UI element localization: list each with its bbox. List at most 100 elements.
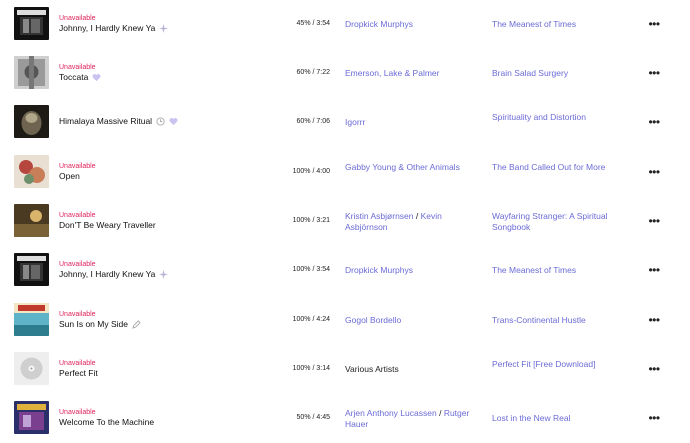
album-art[interactable] — [14, 105, 49, 138]
album-art[interactable] — [14, 155, 49, 188]
track-title-text[interactable]: Don'T Be Weary Traveller — [59, 220, 156, 231]
artist-separator: / — [439, 408, 442, 418]
album-art[interactable] — [14, 303, 49, 336]
album-link[interactable]: The Band Called Out for More — [492, 162, 627, 173]
more-options-button[interactable]: ••• — [646, 166, 662, 178]
unavailable-label: Unavailable — [59, 64, 96, 71]
unavailable-label: Unavailable — [59, 360, 96, 367]
track-row[interactable]: Unavailable Johnny, I Hardly Knew Ya 45% /… — [0, 0, 690, 49]
track-list: Unavailable Johnny, I Hardly Knew Ya 45% /… — [0, 0, 690, 438]
track-title-text[interactable]: Open — [59, 171, 80, 182]
more-options-button[interactable]: ••• — [646, 314, 662, 326]
artist-links: Gogol Bordello — [345, 315, 480, 326]
track-row[interactable]: Unavailable Sun Is on My Side 100% / 4:24 G… — [0, 296, 690, 345]
track-title[interactable]: Johnny, I Hardly Knew Ya — [59, 23, 169, 34]
more-options-button[interactable]: ••• — [646, 18, 662, 30]
artist-links: Dropkick Murphys — [345, 19, 480, 30]
album-art[interactable] — [14, 56, 49, 89]
album-art[interactable] — [14, 7, 49, 40]
artist-link[interactable]: Gogol Bordello — [345, 315, 401, 325]
album-link[interactable]: Spirituality and Distortion — [492, 112, 627, 123]
artist-links: Dropkick Murphys — [345, 265, 480, 276]
artist-links: Arjen Anthony Lucassen / Rutger Hauer — [345, 408, 480, 430]
track-row[interactable]: Unavailable Welcome To the Machine 50% / 4… — [0, 394, 690, 443]
track-title[interactable]: Toccata — [59, 72, 101, 83]
more-options-button[interactable]: ••• — [646, 412, 662, 424]
clock-icon — [156, 117, 165, 126]
track-progress: 100% / 3:14 — [292, 365, 330, 372]
track-title[interactable]: Open — [59, 171, 80, 182]
album-art[interactable] — [14, 204, 49, 237]
artist-separator: / — [415, 211, 419, 221]
track-title-text[interactable]: Sun Is on My Side — [59, 319, 128, 330]
artist-links: Various Artists — [345, 364, 480, 375]
artist-link[interactable]: Various Artists — [345, 364, 399, 374]
album-link[interactable]: The Meanest of Times — [492, 19, 627, 30]
artist-link[interactable]: Kristin Asbjørnsen — [345, 211, 414, 221]
track-progress: 100% / 4:00 — [292, 168, 330, 175]
more-options-button[interactable]: ••• — [646, 363, 662, 375]
album-art[interactable] — [14, 352, 49, 385]
track-row[interactable]: Unavailable Johnny, I Hardly Knew Ya 100% … — [0, 246, 690, 295]
track-progress: 100% / 3:54 — [292, 266, 330, 273]
album-link[interactable]: The Meanest of Times — [492, 265, 627, 276]
track-title-text[interactable]: Johnny, I Hardly Knew Ya — [59, 269, 155, 280]
heart-icon — [169, 117, 178, 126]
pencil-icon — [132, 320, 141, 329]
track-row[interactable]: Unavailable Don'T Be Weary Traveller 100% … — [0, 197, 690, 246]
album-link[interactable]: Lost in the New Real — [492, 413, 627, 424]
unavailable-label: Unavailable — [59, 409, 96, 416]
track-row[interactable]: Unavailable Toccata 60% / 7:22 Emerson, Lak… — [0, 49, 690, 98]
artist-link[interactable]: Igorrr — [345, 117, 365, 127]
more-options-button[interactable]: ••• — [646, 67, 662, 79]
sparkle-icon — [159, 270, 169, 279]
unavailable-label: Unavailable — [59, 311, 96, 318]
track-title-text[interactable]: Himalaya Massive Ritual — [59, 116, 152, 127]
artist-link[interactable]: Dropkick Murphys — [345, 265, 413, 275]
more-options-button[interactable]: ••• — [646, 264, 662, 276]
track-row[interactable]: Unavailable Open 100% / 4:00 Gabby Young & … — [0, 148, 690, 197]
track-title-block: Unavailable Welcome To the Machine — [59, 394, 279, 443]
track-progress: 45% / 3:54 — [296, 20, 330, 27]
unavailable-label: Unavailable — [59, 212, 96, 219]
artist-links: Gabby Young & Other Animals — [345, 162, 480, 173]
album-link[interactable]: Perfect Fit [Free Download] — [492, 359, 627, 370]
track-title[interactable]: Johnny, I Hardly Knew Ya — [59, 269, 169, 280]
more-options-button[interactable]: ••• — [646, 215, 662, 227]
track-title-block: Unavailable Perfect Fit — [59, 345, 279, 394]
track-title[interactable]: Don'T Be Weary Traveller — [59, 220, 156, 231]
track-title-text[interactable]: Johnny, I Hardly Knew Ya — [59, 23, 155, 34]
track-row[interactable]: Himalaya Massive Ritual 60% / 7:06 Igorrr S… — [0, 98, 690, 147]
album-link[interactable]: Wayfaring Stranger: A Spiritual Songbook — [492, 211, 627, 233]
track-title-block: Unavailable Toccata — [59, 49, 279, 98]
track-title-text[interactable]: Perfect Fit — [59, 368, 98, 379]
artist-link[interactable]: Gabby Young & Other Animals — [345, 162, 460, 172]
unavailable-label: Unavailable — [59, 163, 96, 170]
track-progress: 100% / 4:24 — [292, 316, 330, 323]
artist-links: Kristin Asbjørnsen / Kevin Asbjörnson — [345, 211, 480, 233]
unavailable-label: Unavailable — [59, 261, 96, 268]
track-title-block: Himalaya Massive Ritual — [59, 98, 279, 147]
track-title-block: Unavailable Johnny, I Hardly Knew Ya — [59, 246, 279, 295]
artist-links: Emerson, Lake & Palmer — [345, 68, 480, 79]
track-title[interactable]: Perfect Fit — [59, 368, 98, 379]
track-title[interactable]: Himalaya Massive Ritual — [59, 116, 178, 127]
track-title[interactable]: Welcome To the Machine — [59, 417, 154, 428]
album-link[interactable]: Brain Salad Surgery — [492, 68, 627, 79]
track-row[interactable]: Unavailable Perfect Fit 100% / 3:14 Various… — [0, 345, 690, 394]
track-title-block: Unavailable Don'T Be Weary Traveller — [59, 197, 279, 246]
album-art[interactable] — [14, 253, 49, 286]
artist-link[interactable]: Arjen Anthony Lucassen — [345, 408, 437, 418]
album-link[interactable]: Trans-Continental Hustle — [492, 315, 627, 326]
track-title[interactable]: Sun Is on My Side — [59, 319, 141, 330]
track-progress: 60% / 7:22 — [296, 69, 330, 76]
album-art[interactable] — [14, 401, 49, 434]
artist-link[interactable]: Dropkick Murphys — [345, 19, 413, 29]
sparkle-icon — [159, 24, 169, 33]
track-title-text[interactable]: Toccata — [59, 72, 88, 83]
track-title-block: Unavailable Sun Is on My Side — [59, 296, 279, 345]
more-options-button[interactable]: ••• — [646, 116, 662, 128]
track-title-text[interactable]: Welcome To the Machine — [59, 417, 154, 428]
track-progress: 50% / 4:45 — [296, 414, 330, 421]
artist-link[interactable]: Emerson, Lake & Palmer — [345, 68, 439, 78]
